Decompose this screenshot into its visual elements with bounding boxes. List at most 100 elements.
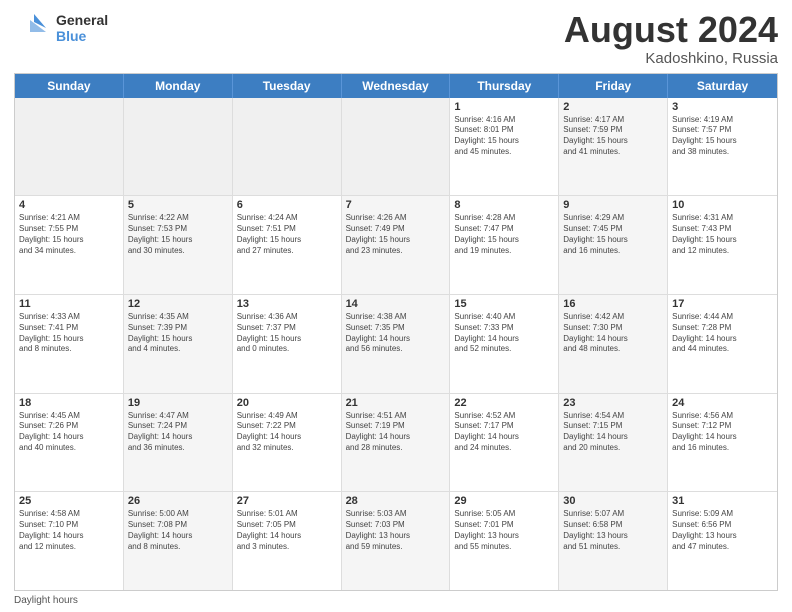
day-info: Sunrise: 4:54 AM Sunset: 7:15 PM Dayligh… — [563, 411, 663, 454]
calendar-cell-2-4: 7 Sunrise: 4:26 AM Sunset: 7:49 PM Daylig… — [342, 196, 451, 294]
day-number: 11 — [19, 298, 119, 310]
calendar-cell-3-6: 16Sunrise: 4:42 AM Sunset: 7:30 PM Dayli… — [559, 295, 668, 393]
day-number: 16 — [563, 298, 663, 310]
calendar-header: SundayMondayTuesdayWednesdayThursdayFrid… — [15, 74, 777, 98]
calendar-cell-2-5: 8 Sunrise: 4:28 AM Sunset: 7:47 PM Daylig… — [450, 196, 559, 294]
day-info: Sunrise: 4:52 AM Sunset: 7:17 PM Dayligh… — [454, 411, 554, 454]
day-number: 21 — [346, 397, 446, 409]
day-number: 20 — [237, 397, 337, 409]
calendar-cell-2-3: 6Sunrise: 4:24 AM Sunset: 7:51 PM Daylig… — [233, 196, 342, 294]
calendar-cell-1-3 — [233, 98, 342, 196]
subtitle: Kadoshkino, Russia — [564, 50, 778, 67]
header: General Blue August 2024 Kadoshkino, Rus… — [14, 10, 778, 67]
logo-general: General — [56, 12, 108, 28]
calendar-cell-1-7: 3Sunrise: 4:19 AM Sunset: 7:57 PM Daylig… — [668, 98, 777, 196]
calendar-cell-3-3: 13 Sunrise: 4:36 AM Sunset: 7:37 PM Dayli… — [233, 295, 342, 393]
day-info: Sunrise: 4:40 AM Sunset: 7:33 PM Dayligh… — [454, 312, 554, 355]
calendar-cell-5-4: 28 Sunrise: 5:03 AM Sunset: 7:03 PM Dayli… — [342, 492, 451, 590]
calendar-cell-1-1 — [15, 98, 124, 196]
day-number: 17 — [672, 298, 773, 310]
day-info: Sunrise: 4:56 AM Sunset: 7:12 PM Dayligh… — [672, 411, 773, 454]
day-number: 22 — [454, 397, 554, 409]
calendar-cell-3-5: 15 Sunrise: 4:40 AM Sunset: 7:33 PM Dayli… — [450, 295, 559, 393]
day-number: 5 — [128, 199, 228, 211]
day-number: 7 — [346, 199, 446, 211]
day-number: 4 — [19, 199, 119, 211]
day-info: Sunrise: 4:19 AM Sunset: 7:57 PM Dayligh… — [672, 115, 773, 158]
day-number: 8 — [454, 199, 554, 211]
day-info: Sunrise: 4:28 AM Sunset: 7:47 PM Dayligh… — [454, 213, 554, 256]
weekday-header-sunday: Sunday — [15, 74, 124, 98]
weekday-header-tuesday: Tuesday — [233, 74, 342, 98]
calendar-cell-5-7: 31 Sunrise: 5:09 AM Sunset: 6:56 PM Dayli… — [668, 492, 777, 590]
title-block: August 2024 Kadoshkino, Russia — [564, 10, 778, 67]
day-number: 26 — [128, 495, 228, 507]
day-info: Sunrise: 5:09 AM Sunset: 6:56 PM Dayligh… — [672, 509, 773, 552]
day-info: Sunrise: 4:36 AM Sunset: 7:37 PM Dayligh… — [237, 312, 337, 355]
day-number: 13 — [237, 298, 337, 310]
day-info: Sunrise: 5:00 AM Sunset: 7:08 PM Dayligh… — [128, 509, 228, 552]
calendar-cell-1-5: 1 Sunrise: 4:16 AM Sunset: 8:01 PM Daylig… — [450, 98, 559, 196]
day-info: Sunrise: 4:24 AM Sunset: 7:51 PM Dayligh… — [237, 213, 337, 256]
footer-note: Daylight hours — [14, 595, 778, 606]
day-number: 27 — [237, 495, 337, 507]
calendar-cell-1-2 — [124, 98, 233, 196]
day-number: 12 — [128, 298, 228, 310]
calendar-cell-5-5: 29 Sunrise: 5:05 AM Sunset: 7:01 PM Dayli… — [450, 492, 559, 590]
calendar-cell-4-2: 19Sunrise: 4:47 AM Sunset: 7:24 PM Dayli… — [124, 394, 233, 492]
calendar-cell-4-5: 22 Sunrise: 4:52 AM Sunset: 7:17 PM Dayli… — [450, 394, 559, 492]
day-number: 15 — [454, 298, 554, 310]
calendar-cell-4-7: 24 Sunrise: 4:56 AM Sunset: 7:12 PM Dayli… — [668, 394, 777, 492]
day-info: Sunrise: 5:03 AM Sunset: 7:03 PM Dayligh… — [346, 509, 446, 552]
calendar-cell-5-1: 25Sunrise: 4:58 AM Sunset: 7:10 PM Dayli… — [15, 492, 124, 590]
day-info: Sunrise: 4:16 AM Sunset: 8:01 PM Dayligh… — [454, 115, 554, 158]
day-info: Sunrise: 5:05 AM Sunset: 7:01 PM Dayligh… — [454, 509, 554, 552]
day-number: 24 — [672, 397, 773, 409]
calendar-cell-5-6: 30 Sunrise: 5:07 AM Sunset: 6:58 PM Dayli… — [559, 492, 668, 590]
day-info: Sunrise: 4:21 AM Sunset: 7:55 PM Dayligh… — [19, 213, 119, 256]
day-info: Sunrise: 4:45 AM Sunset: 7:26 PM Dayligh… — [19, 411, 119, 454]
month-title: August 2024 — [564, 10, 778, 50]
calendar-cell-4-4: 21Sunrise: 4:51 AM Sunset: 7:19 PM Dayli… — [342, 394, 451, 492]
page: General Blue August 2024 Kadoshkino, Rus… — [0, 0, 792, 612]
weekday-header-saturday: Saturday — [668, 74, 777, 98]
day-number: 29 — [454, 495, 554, 507]
day-info: Sunrise: 4:31 AM Sunset: 7:43 PM Dayligh… — [672, 213, 773, 256]
weekday-header-monday: Monday — [124, 74, 233, 98]
logo-icon — [14, 10, 50, 46]
calendar-row-1: 1 Sunrise: 4:16 AM Sunset: 8:01 PM Daylig… — [15, 98, 777, 197]
calendar-cell-2-6: 9 Sunrise: 4:29 AM Sunset: 7:45 PM Daylig… — [559, 196, 668, 294]
day-number: 31 — [672, 495, 773, 507]
calendar-body: 1 Sunrise: 4:16 AM Sunset: 8:01 PM Daylig… — [15, 98, 777, 590]
day-info: Sunrise: 4:26 AM Sunset: 7:49 PM Dayligh… — [346, 213, 446, 256]
day-info: Sunrise: 4:33 AM Sunset: 7:41 PM Dayligh… — [19, 312, 119, 355]
calendar-cell-3-7: 17 Sunrise: 4:44 AM Sunset: 7:28 PM Dayli… — [668, 295, 777, 393]
calendar-row-4: 18Sunrise: 4:45 AM Sunset: 7:26 PM Dayli… — [15, 394, 777, 493]
day-info: Sunrise: 4:38 AM Sunset: 7:35 PM Dayligh… — [346, 312, 446, 355]
day-info: Sunrise: 5:01 AM Sunset: 7:05 PM Dayligh… — [237, 509, 337, 552]
day-info: Sunrise: 4:47 AM Sunset: 7:24 PM Dayligh… — [128, 411, 228, 454]
calendar-cell-2-1: 4 Sunrise: 4:21 AM Sunset: 7:55 PM Daylig… — [15, 196, 124, 294]
calendar-cell-5-3: 27 Sunrise: 5:01 AM Sunset: 7:05 PM Dayli… — [233, 492, 342, 590]
calendar-cell-4-3: 20 Sunrise: 4:49 AM Sunset: 7:22 PM Dayli… — [233, 394, 342, 492]
day-number: 1 — [454, 101, 554, 113]
day-info: Sunrise: 4:35 AM Sunset: 7:39 PM Dayligh… — [128, 312, 228, 355]
calendar-cell-4-1: 18Sunrise: 4:45 AM Sunset: 7:26 PM Dayli… — [15, 394, 124, 492]
day-number: 25 — [19, 495, 119, 507]
calendar-cell-3-1: 11 Sunrise: 4:33 AM Sunset: 7:41 PM Dayli… — [15, 295, 124, 393]
day-number: 2 — [563, 101, 663, 113]
weekday-header-wednesday: Wednesday — [342, 74, 451, 98]
day-info: Sunrise: 4:44 AM Sunset: 7:28 PM Dayligh… — [672, 312, 773, 355]
weekday-header-friday: Friday — [559, 74, 668, 98]
day-info: Sunrise: 4:17 AM Sunset: 7:59 PM Dayligh… — [563, 115, 663, 158]
calendar-cell-1-6: 2 Sunrise: 4:17 AM Sunset: 7:59 PM Daylig… — [559, 98, 668, 196]
day-info: Sunrise: 4:49 AM Sunset: 7:22 PM Dayligh… — [237, 411, 337, 454]
day-number: 9 — [563, 199, 663, 211]
day-number: 10 — [672, 199, 773, 211]
day-number: 28 — [346, 495, 446, 507]
day-info: Sunrise: 4:29 AM Sunset: 7:45 PM Dayligh… — [563, 213, 663, 256]
day-info: Sunrise: 5:07 AM Sunset: 6:58 PM Dayligh… — [563, 509, 663, 552]
day-number: 30 — [563, 495, 663, 507]
calendar: SundayMondayTuesdayWednesdayThursdayFrid… — [14, 73, 778, 591]
calendar-cell-1-4 — [342, 98, 451, 196]
